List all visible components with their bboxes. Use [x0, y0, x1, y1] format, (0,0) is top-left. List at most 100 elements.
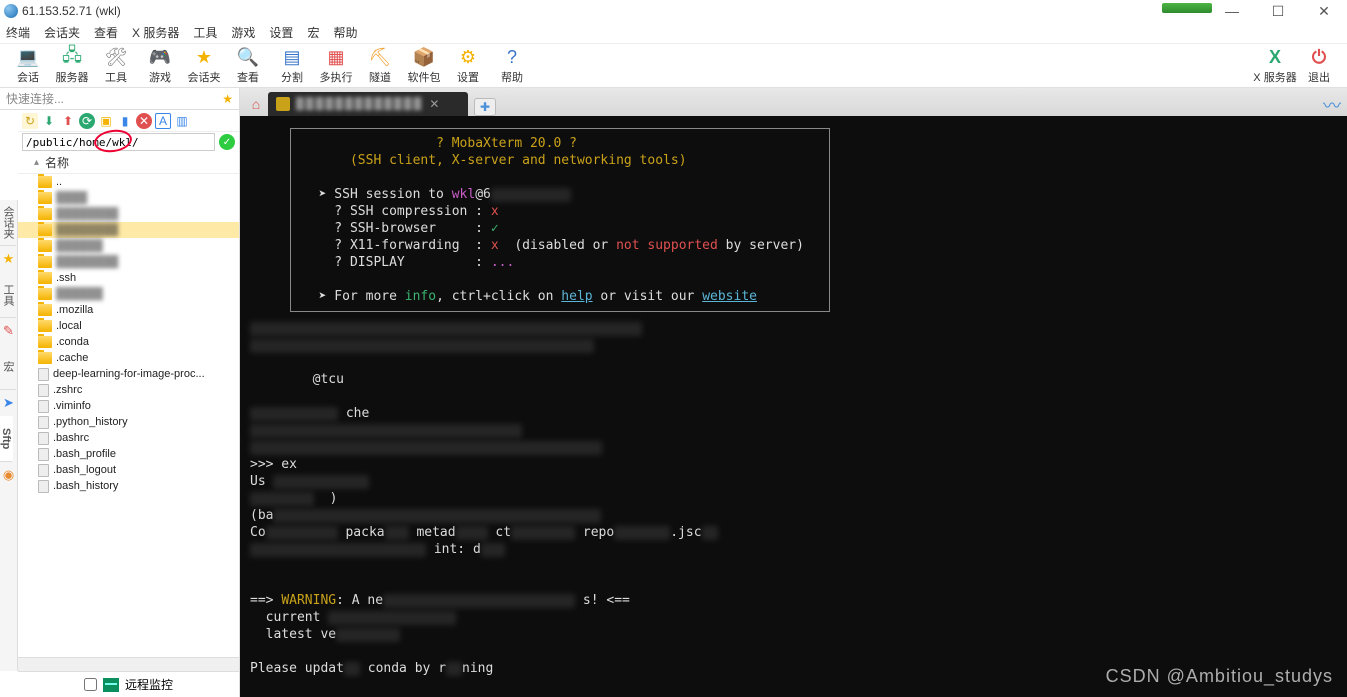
newfile-icon[interactable]: ▮ — [117, 113, 133, 129]
sidetab-sftp[interactable]: Sftp — [0, 416, 13, 462]
remote-monitor-toggle[interactable]: 远程监控 — [18, 671, 239, 697]
list-item[interactable]: ████████ — [18, 222, 239, 238]
list-item[interactable]: .. — [18, 174, 239, 190]
upload-icon[interactable]: ⬆ — [60, 113, 76, 129]
menu-settings[interactable]: 设置 — [269, 24, 293, 41]
list-item[interactable]: ████████ — [18, 254, 239, 270]
list-item[interactable]: .conda — [18, 334, 239, 350]
close-button[interactable]: ✕ — [1301, 0, 1347, 22]
list-item[interactable]: ████ — [18, 190, 239, 206]
refresh-icon[interactable]: ↻ — [22, 113, 38, 129]
file-label: .bash_profile — [53, 448, 116, 460]
monitor-icon — [103, 678, 119, 692]
file-label: .bash_logout — [53, 464, 116, 476]
home-tab-icon[interactable]: ⌂ — [244, 92, 268, 116]
list-item[interactable]: ████████ — [18, 206, 239, 222]
menu-help[interactable]: 帮助 — [333, 24, 357, 41]
tb-sessfolder[interactable]: ★会话夹 — [182, 45, 226, 87]
menu-terminal[interactable]: 终端 — [6, 24, 30, 41]
menu-games[interactable]: 游戏 — [231, 24, 255, 41]
folder-icon — [38, 320, 52, 332]
tb-multi[interactable]: ▦多执行 — [314, 45, 358, 87]
tb-settings[interactable]: ⚙设置 — [446, 45, 490, 87]
list-item[interactable]: .python_history — [18, 414, 239, 430]
tb-tools[interactable]: 🛠工具 — [94, 45, 138, 87]
file-label: .zshrc — [53, 384, 82, 396]
rename-icon[interactable]: A — [155, 113, 171, 129]
list-item[interactable]: .bash_profile — [18, 446, 239, 462]
list-item[interactable]: ██████ — [18, 286, 239, 302]
h-scrollbar[interactable] — [18, 657, 239, 671]
tab-close-icon[interactable]: ✕ — [429, 97, 439, 111]
delete-icon[interactable]: ✕ — [136, 113, 152, 129]
new-tab-button[interactable]: ✚ — [474, 98, 496, 116]
list-item[interactable]: .ssh — [18, 270, 239, 286]
tb-games[interactable]: 🎮游戏 — [138, 45, 182, 87]
tb-server[interactable]: 🖧服务器 — [50, 45, 94, 87]
list-item[interactable]: .zshrc — [18, 382, 239, 398]
tb-xserver[interactable]: XX 服务器 — [1253, 45, 1297, 87]
list-item[interactable]: .bashrc — [18, 430, 239, 446]
menu-sessions[interactable]: 会话夹 — [44, 24, 80, 41]
file-icon — [38, 432, 49, 445]
folder-icon — [38, 352, 52, 364]
file-list[interactable]: ..██████████████████████████████████.ssh… — [18, 174, 239, 657]
file-icon — [38, 384, 49, 397]
list-item[interactable]: .cache — [18, 350, 239, 366]
tb-pkg[interactable]: 📦软件包 — [402, 45, 446, 87]
remote-monitor-checkbox[interactable] — [84, 678, 97, 691]
list-item[interactable]: .local — [18, 318, 239, 334]
folder-icon — [38, 336, 52, 348]
menu-view[interactable]: 查看 — [94, 24, 118, 41]
list-item[interactable]: .bash_logout — [18, 462, 239, 478]
sync-icon[interactable]: ⟳ — [79, 113, 95, 129]
file-icon — [38, 416, 49, 429]
file-icon — [38, 464, 49, 477]
sidetab-macros[interactable]: 宏 — [0, 344, 16, 390]
watermark: CSDN @Ambitiou_studys — [1106, 666, 1333, 687]
list-item[interactable]: .bash_history — [18, 478, 239, 494]
tb-view[interactable]: 🔍查看 — [226, 45, 270, 87]
menu-xserver[interactable]: X 服务器 — [132, 24, 179, 41]
quick-connect[interactable]: 快速连接... ★ — [0, 88, 239, 110]
minimize-button[interactable]: — — [1209, 0, 1255, 22]
wand-icon[interactable]: ✎ — [0, 318, 17, 344]
tb-help[interactable]: ?帮助 — [490, 45, 534, 87]
path-input[interactable] — [22, 133, 215, 151]
favorite-icon[interactable]: ★ — [222, 92, 233, 106]
tb-session[interactable]: 💻会话 — [6, 45, 50, 87]
file-label: .cache — [56, 352, 88, 364]
newfolder-icon[interactable]: ▣ — [98, 113, 114, 129]
star-icon[interactable]: ★ — [0, 246, 17, 272]
list-header[interactable]: ▴ 名称 — [18, 152, 239, 174]
sidetab-tools[interactable]: 工具 — [0, 272, 16, 318]
tb-split[interactable]: ▤分割 — [270, 45, 314, 87]
menu-tools[interactable]: 工具 — [193, 24, 217, 41]
file-label: .bash_history — [53, 480, 118, 492]
globe-icon[interactable]: ◉ — [0, 462, 17, 488]
list-item[interactable]: .viminfo — [18, 398, 239, 414]
file-label: ████████ — [56, 256, 118, 268]
badge-icon — [1162, 3, 1212, 13]
terminal-area: ⌂ █████████████ ✕ ✚ 〰 ? MobaXterm 20.0 ?… — [240, 88, 1347, 697]
col-name: 名称 — [45, 154, 69, 171]
list-item[interactable]: ██████ — [18, 238, 239, 254]
send-icon[interactable]: ➤ — [0, 390, 17, 416]
tab-bar: ⌂ █████████████ ✕ ✚ 〰 — [240, 88, 1347, 116]
file-label: .bashrc — [53, 432, 89, 444]
download-icon[interactable]: ⬇ — [41, 113, 57, 129]
menu-macros[interactable]: 宏 — [307, 24, 319, 41]
sidetab-sessions[interactable]: 会话夹 — [0, 200, 16, 246]
main-toolbar: 💻会话🖧服务器🛠工具🎮游戏★会话夹🔍查看▤分割▦多执行⛏隧道📦软件包⚙设置?帮助… — [0, 44, 1347, 88]
props-icon[interactable]: ▥ — [174, 113, 190, 129]
list-item[interactable]: .mozilla — [18, 302, 239, 318]
tb-exit[interactable]: ⏻退出 — [1297, 45, 1341, 87]
session-tab[interactable]: █████████████ ✕ — [268, 92, 468, 116]
file-label: .ssh — [56, 272, 76, 284]
file-label: .. — [56, 176, 62, 188]
list-item[interactable]: deep-learning-for-image-proc... — [18, 366, 239, 382]
wave-icon[interactable]: 〰 — [1323, 92, 1341, 118]
tb-tunnel[interactable]: ⛏隧道 — [358, 45, 402, 87]
terminal[interactable]: ? MobaXterm 20.0 ? (SSH client, X-server… — [240, 116, 1347, 697]
maximize-button[interactable]: ☐ — [1255, 0, 1301, 22]
